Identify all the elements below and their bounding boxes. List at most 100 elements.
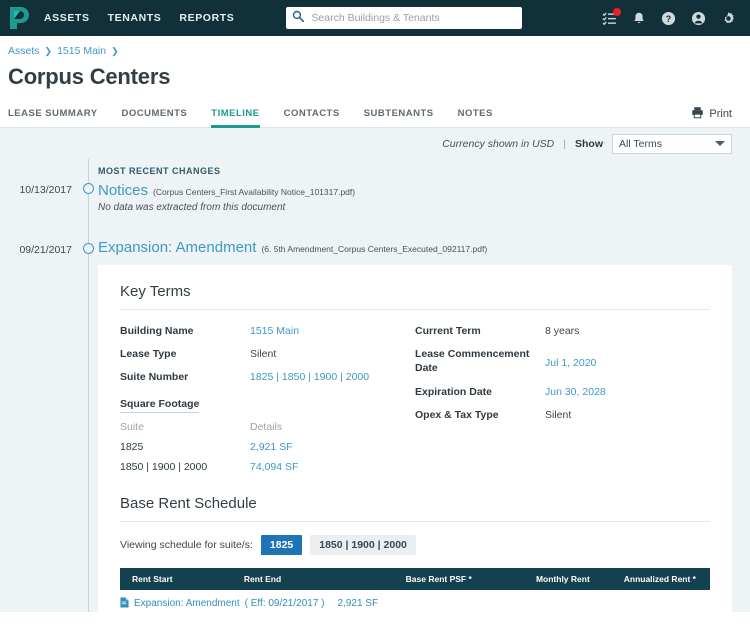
key-term-label: Expiration Date	[415, 385, 493, 398]
square-footage-col-details: Details	[250, 420, 283, 433]
timeline-entry-expansion: 09/21/2017 Expansion: Amendment (6. 5th A…	[0, 239, 750, 612]
terms-select[interactable]: All Terms	[612, 133, 732, 154]
search-input[interactable]	[309, 11, 517, 25]
printer-icon	[691, 106, 704, 122]
key-term-value: 8 years	[545, 325, 580, 337]
key-term-expiration-date: Expiration Date Jun 30, 2028	[415, 385, 710, 399]
square-footage-suite: 1825	[120, 440, 144, 453]
nav-link-tenants[interactable]: TENANTS	[108, 12, 162, 24]
timeline-entry-note: No data was extracted from this document	[98, 202, 286, 213]
page-header: Assets ❯ 1515 Main ❯ Corpus Centers	[0, 36, 750, 90]
chevron-down-icon	[715, 141, 725, 146]
key-term-current-term: Current Term 8 years	[415, 324, 710, 338]
page-title: Corpus Centers	[8, 64, 171, 89]
timeline-entry-date: 10/13/2017	[19, 184, 72, 196]
breadcrumb: Assets ❯ 1515 Main ❯	[8, 45, 750, 57]
key-term-label: Lease Type	[120, 348, 177, 361]
col-rent-end: Rent End	[243, 567, 368, 590]
square-footage-col-suite: Suite	[120, 420, 144, 433]
timeline-entry-title[interactable]: Notices	[98, 182, 148, 199]
timeline-panel: MOST RECENT CHANGES 10/13/2017 Notices (C…	[0, 159, 750, 612]
tab-notes[interactable]: NOTES	[458, 108, 493, 128]
tab-timeline[interactable]: TIMELINE	[211, 108, 260, 128]
currency-note: Currency shown in USD	[442, 137, 555, 150]
gear-icon[interactable]	[721, 11, 736, 26]
document-row-effective-date: ( Eff: 09/21/2017 )	[244, 598, 325, 610]
key-term-label: Suite Number	[120, 371, 189, 384]
global-search[interactable]	[286, 7, 523, 29]
primary-nav-links: ASSETS TENANTS REPORTS	[44, 12, 234, 24]
tab-documents[interactable]: DOCUMENTS	[122, 108, 188, 128]
timeline-entry-filename-2: (6. 5th Amendment_Corpus Centers_Execute…	[261, 244, 488, 254]
topbar-icon-group: ?	[602, 7, 738, 26]
suite-button-1850-1900-2000[interactable]: 1850 | 1900 | 2000	[310, 534, 416, 555]
key-term-building-name: Building Name 1515 Main	[120, 324, 415, 338]
key-term-label: Building Name	[120, 325, 194, 337]
filter-bar: Currency shown in USD | Show All Terms	[0, 128, 750, 159]
square-footage-details[interactable]: 74,094 SF	[250, 461, 298, 473]
timeline-entry-notices: 10/13/2017 Notices (Corpus Centers_First …	[0, 182, 750, 213]
col-monthly-rent: Monthly Rent	[485, 567, 604, 590]
col-base-rent-psf: Base Rent PSF *	[367, 567, 486, 590]
square-footage-heading: Square Footage	[120, 398, 200, 413]
rent-schedule-table: Rent Start Rent End Base Rent PSF * Mont…	[120, 567, 710, 612]
nav-link-assets[interactable]: ASSETS	[44, 12, 90, 24]
key-term-value[interactable]: 1515 Main	[250, 324, 299, 338]
document-row-square-feet: 2,921 SF	[337, 598, 379, 610]
square-footage-details[interactable]: 2,921 SF	[250, 441, 293, 453]
breadcrumb-item-assets[interactable]: Assets	[8, 45, 40, 57]
key-term-value[interactable]: 1825 | 1850 | 1900 | 2000	[250, 370, 369, 384]
key-term-label: Current Term	[415, 325, 481, 337]
print-button[interactable]: Print	[691, 106, 732, 122]
tasks-icon[interactable]	[602, 7, 621, 26]
breadcrumb-separator-2: ❯	[111, 45, 119, 56]
timeline-entry-title-2[interactable]: Expansion: Amendment	[98, 239, 256, 256]
bell-icon[interactable]	[632, 11, 646, 26]
breadcrumb-separator: ❯	[44, 45, 53, 56]
table-header-row: Rent Start Rent End Base Rent PSF * Mont…	[120, 567, 710, 590]
terms-select-value: All Terms	[619, 137, 662, 150]
key-term-value: Silent	[250, 348, 277, 361]
breadcrumb-item-building[interactable]: 1515 Main	[57, 45, 106, 57]
timeline-entry-marker-2[interactable]	[83, 243, 94, 254]
timeline-entry-marker[interactable]	[83, 183, 94, 194]
lease-detail-card: Key Terms Building Name 1515 Main Lease …	[98, 265, 732, 612]
key-term-label: Opex & Tax Type	[415, 408, 499, 421]
search-icon	[292, 9, 305, 27]
most-recent-changes-label: MOST RECENT CHANGES	[98, 166, 221, 176]
key-term-value[interactable]: Jul 1, 2020	[545, 347, 596, 370]
key-terms-grid: Building Name 1515 Main Lease Type Silen…	[120, 310, 710, 473]
rent-schedule-document-row: Expansion: Amendment ( Eff: 09/21/2017 )…	[120, 589, 710, 612]
key-term-lease-type: Lease Type Silent	[120, 347, 415, 361]
document-row-title: Expansion: Amendment	[134, 598, 240, 610]
suite-button-1825[interactable]: 1825	[260, 534, 303, 555]
tab-contacts[interactable]: CONTACTS	[284, 108, 340, 128]
print-label: Print	[709, 108, 732, 120]
square-footage-suite: 1850 | 1900 | 2000	[120, 460, 208, 473]
rent-schedule-body: Expansion: Amendment ( Eff: 09/21/2017 )…	[120, 589, 710, 612]
col-annualized-rent: Annualized Rent *	[603, 567, 710, 590]
key-terms-heading: Key Terms	[120, 283, 710, 310]
user-account-icon[interactable]	[691, 11, 706, 26]
key-terms-right-column: Current Term 8 years Lease Commencement …	[415, 324, 710, 473]
help-icon[interactable]: ?	[661, 11, 676, 26]
document-row-link[interactable]: Expansion: Amendment ( Eff: 09/21/2017 )…	[120, 597, 696, 611]
key-term-lease-commencement-date: Lease Commencement Date Jul 1, 2020	[415, 347, 710, 375]
base-rent-schedule-section: Base Rent Schedule Viewing schedule for …	[120, 495, 710, 612]
tab-bar: LEASE SUMMARY DOCUMENTS TIMELINE CONTACT…	[0, 102, 750, 128]
top-navigation-bar: ASSETS TENANTS REPORTS Search Buildings …	[0, 0, 750, 36]
tab-subtenants[interactable]: SUBTENANTS	[364, 108, 434, 128]
base-rent-schedule-heading: Base Rent Schedule	[120, 495, 710, 522]
timeline-entry-filename: (Corpus Centers_First Availability Notic…	[153, 187, 356, 197]
square-footage-row: 1825 2,921 SF	[120, 441, 415, 453]
timeline-entry-date-2: 09/21/2017	[19, 244, 72, 256]
svg-text:?: ?	[666, 13, 671, 23]
pioneer-p-logo[interactable]	[8, 6, 30, 30]
document-icon	[120, 597, 129, 611]
key-term-value[interactable]: Jun 30, 2028	[545, 385, 606, 399]
document-row-cell: Expansion: Amendment ( Eff: 09/21/2017 )…	[120, 589, 710, 612]
square-footage-column-headers: Suite Details	[120, 421, 415, 433]
nav-link-reports[interactable]: REPORTS	[179, 12, 234, 24]
key-term-suite-number: Suite Number 1825 | 1850 | 1900 | 2000	[120, 370, 415, 384]
tab-lease-summary[interactable]: LEASE SUMMARY	[8, 108, 98, 128]
